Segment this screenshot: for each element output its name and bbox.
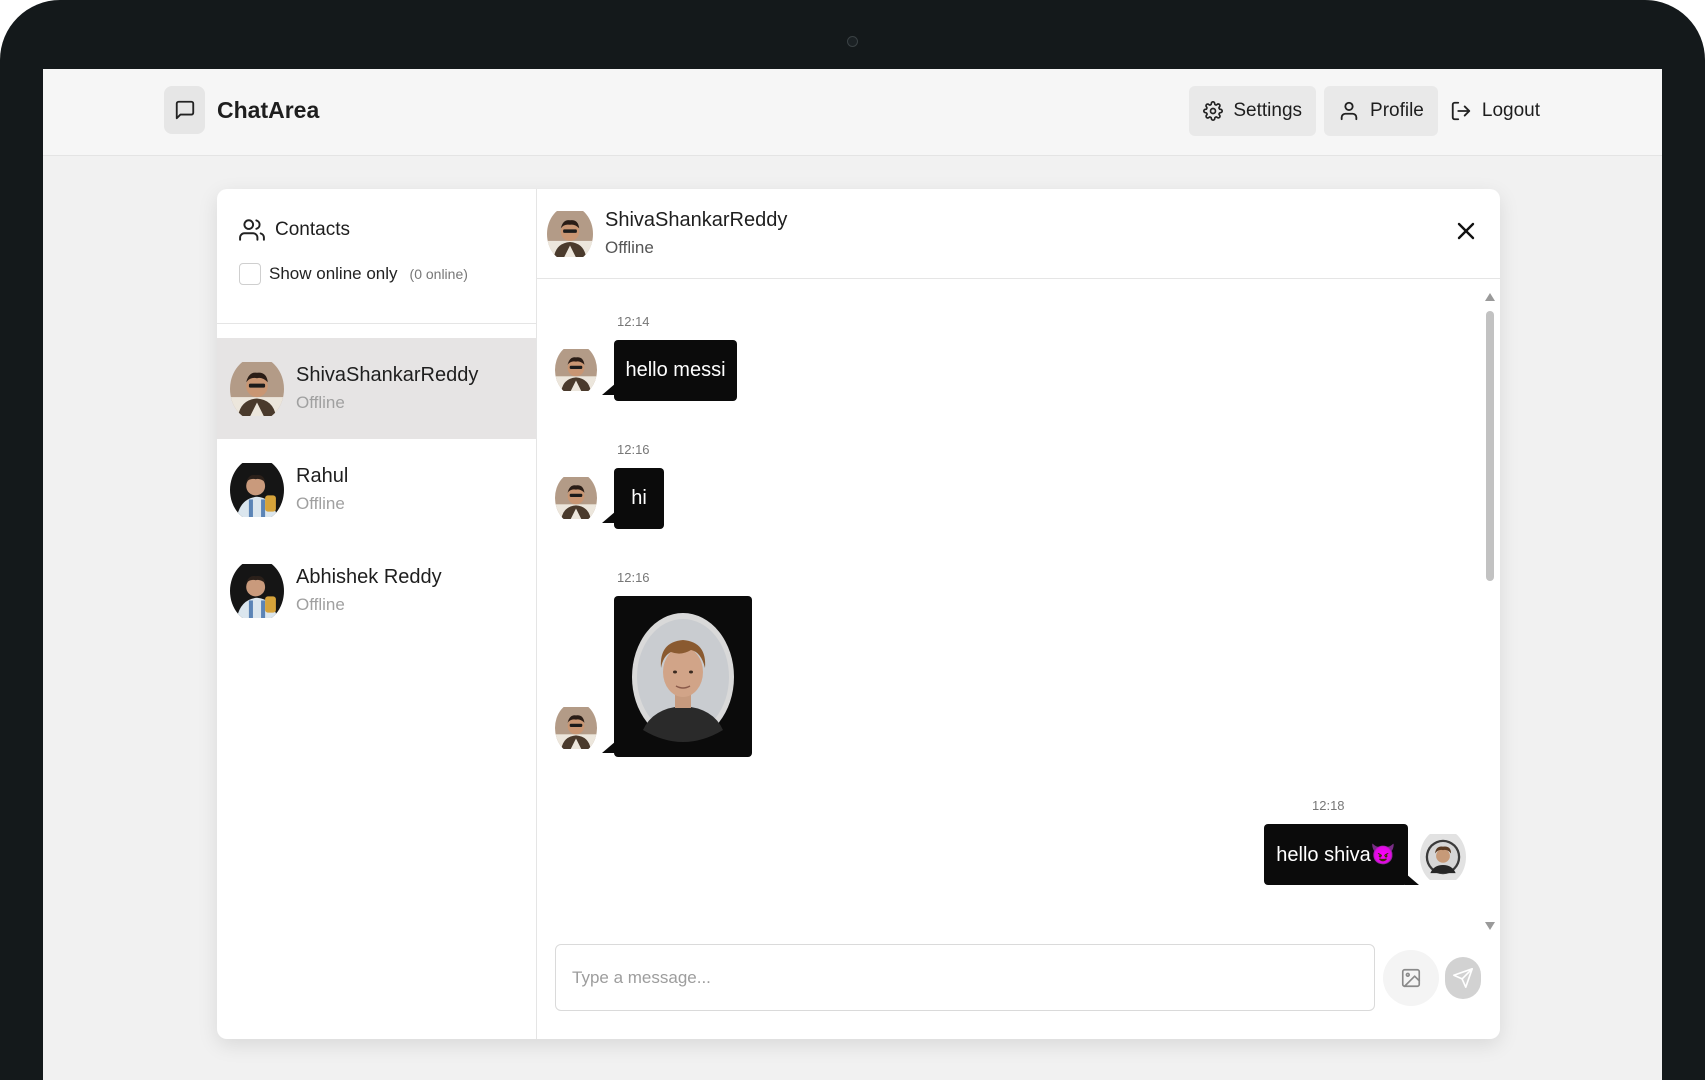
shared-photo [632,612,734,742]
message-list: 12:14 hello messi 12:16 hi 12:16 12:18 h… [537,279,1500,944]
chat-partner-avatar [547,206,593,262]
contact-status: Offline [296,595,345,614]
close-chat-button[interactable] [1454,219,1478,243]
online-filter[interactable]: Show online only (0 online) [239,263,514,285]
contact-item[interactable]: Abhishek Reddy Offline [217,540,536,641]
message-bubble: hi [614,468,664,529]
message-avatar [1420,829,1466,885]
camera-dot [847,36,858,47]
contact-item[interactable]: ShivaShankarReddy Offline [217,338,536,439]
chat-partner-name: ShivaShankarReddy [605,209,788,231]
top-navbar: ChatArea Settings Profile Logout [43,69,1662,156]
contact-item[interactable]: Rahul Offline [217,439,536,540]
settings-button[interactable]: Settings [1189,86,1317,136]
sidebar-header: Contacts Show online only (0 online) [217,189,536,324]
contacts-label: Contacts [275,219,350,240]
gear-icon [1203,101,1224,121]
contact-avatar [230,357,284,421]
contact-name: Rahul [296,465,349,487]
message-input[interactable] [555,944,1375,1011]
image-attachment[interactable] [614,596,752,757]
message-time: 12:18 [1312,798,1345,813]
scroll-thumb[interactable] [1486,311,1494,581]
brand-logo [164,86,205,134]
brand-name: ChatArea [217,96,320,123]
send-icon [1453,968,1473,988]
contact-name: ShivaShankarReddy [296,364,479,386]
scroll-up-arrow-icon[interactable] [1485,293,1495,301]
contact-avatar [230,559,284,623]
brand[interactable]: ChatArea [164,86,319,134]
close-icon [1457,222,1475,240]
message-composer [537,944,1500,1039]
chat-partner-status: Offline [605,238,654,257]
attach-image-button[interactable] [1383,950,1439,1006]
settings-label: Settings [1233,100,1303,121]
users-icon [239,219,265,241]
contact-list: ShivaShankarReddy Offline Rahul Offline [217,324,536,641]
chat-card: Contacts Show online only (0 online) Shi… [217,189,1500,1039]
message-bubble: hello messi [614,340,737,401]
contacts-sidebar: Contacts Show online only (0 online) Shi… [217,189,537,1039]
user-icon [1340,101,1358,121]
message-scrollbar[interactable] [1480,279,1500,944]
profile-label: Profile [1370,100,1424,121]
contact-avatar [230,458,284,522]
contacts-title: Contacts [239,217,514,243]
message-bubble: hello shiva😈 [1264,824,1408,885]
chat-panel: ShivaShankarReddy Offline 12:14 hello me… [537,189,1500,1039]
message-time: 12:14 [617,314,650,329]
profile-button[interactable]: Profile [1324,86,1438,136]
message-time: 12:16 [617,570,650,585]
send-button[interactable] [1445,957,1481,999]
device-frame: ChatArea Settings Profile Logout Contact… [0,0,1705,1080]
contact-status: Offline [296,494,345,513]
message-square-icon [175,100,194,120]
scroll-down-arrow-icon[interactable] [1485,922,1495,930]
message-time: 12:16 [617,442,650,457]
image-icon [1401,968,1421,988]
nav-actions: Settings Profile Logout [1189,86,1554,136]
online-only-checkbox[interactable] [239,263,261,285]
app-screen: ChatArea Settings Profile Logout Contact… [43,69,1662,1080]
message-avatar [555,702,597,754]
contact-status: Offline [296,393,345,412]
logout-button[interactable]: Logout [1446,86,1554,136]
message-avatar [555,472,597,524]
online-only-label: Show online only [269,264,398,283]
chat-header: ShivaShankarReddy Offline [537,189,1500,279]
logout-icon [1451,101,1471,121]
message-avatar [555,344,597,396]
contact-name: Abhishek Reddy [296,566,442,588]
online-count: (0 online) [409,266,468,282]
logout-label: Logout [1481,100,1540,121]
